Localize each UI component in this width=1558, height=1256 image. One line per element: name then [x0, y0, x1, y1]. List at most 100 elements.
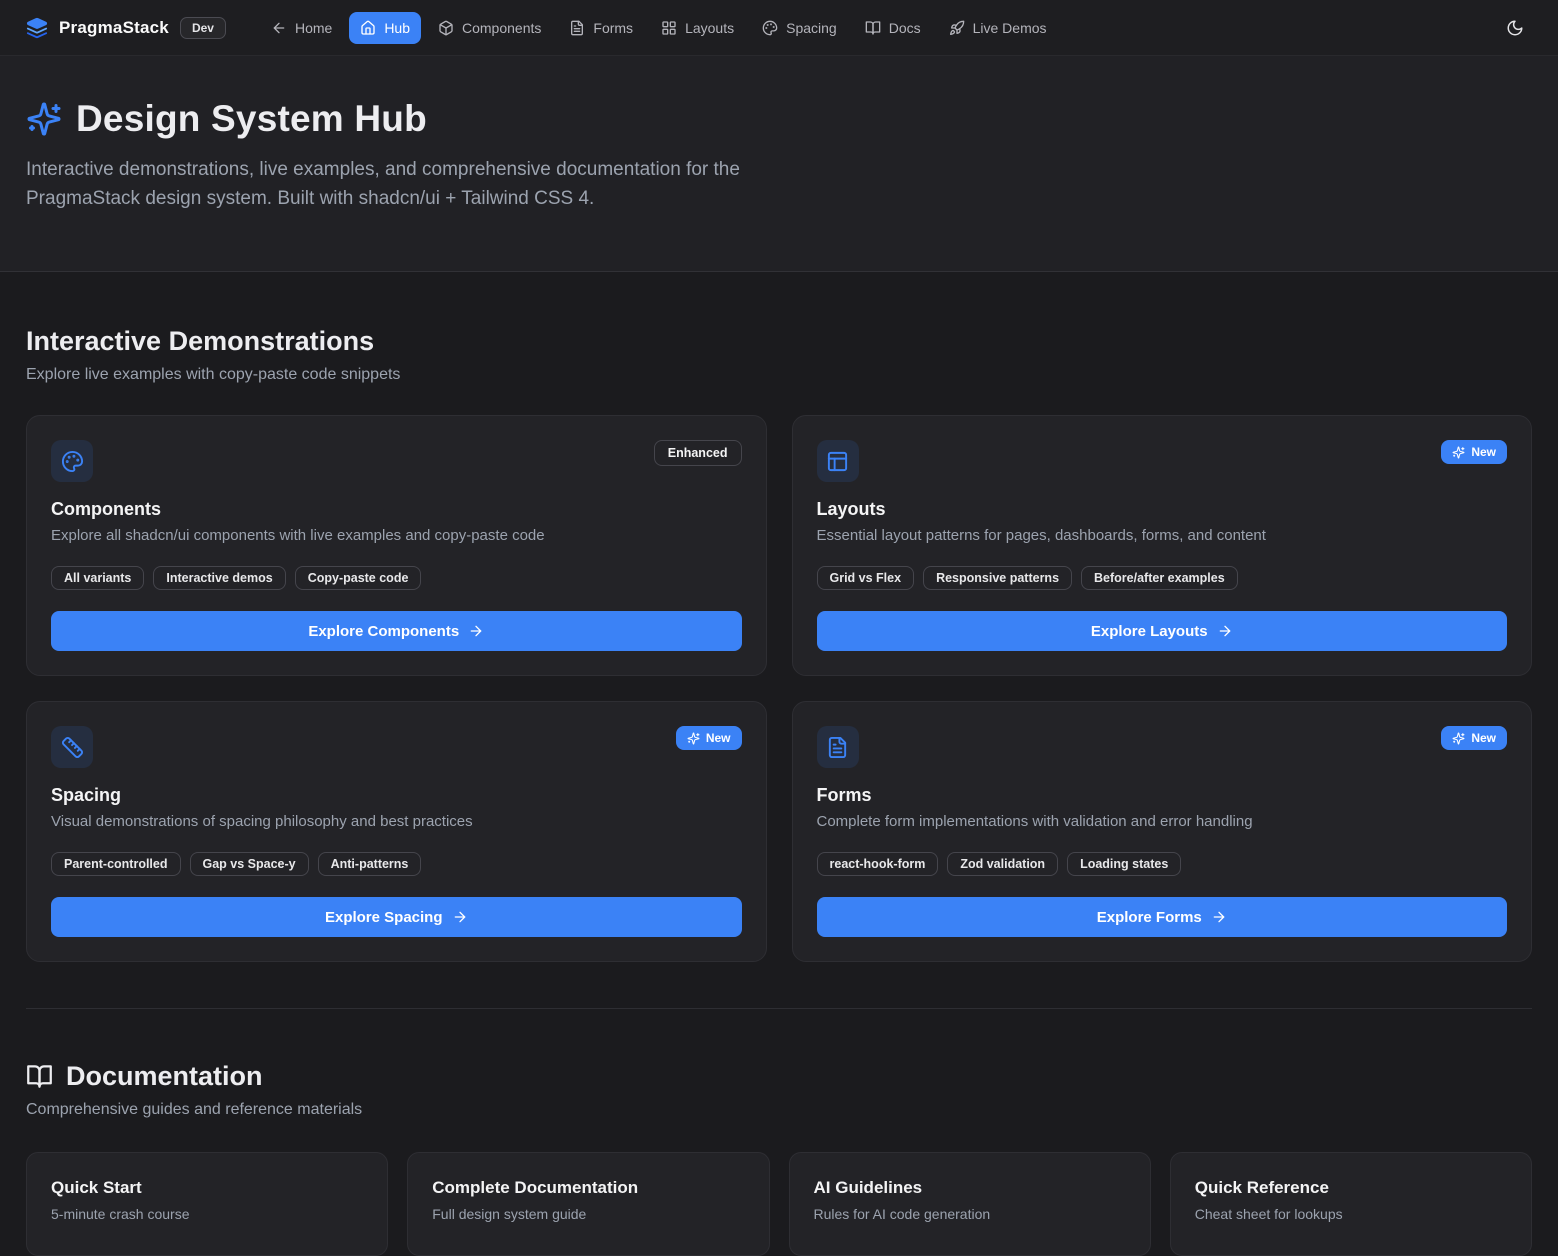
sparkles-icon: [1452, 446, 1465, 459]
tag-row: Parent-controlled Gap vs Space-y Anti-pa…: [51, 852, 742, 876]
tag: Grid vs Flex: [817, 566, 915, 590]
rocket-icon: [949, 20, 965, 36]
sparkles-icon: [26, 101, 62, 137]
hero-section: Design System Hub Interactive demonstrat…: [0, 56, 1558, 272]
doc-card-ai-guidelines[interactable]: AI Guidelines Rules for AI code generati…: [789, 1152, 1151, 1256]
tag: react-hook-form: [817, 852, 939, 876]
doc-description: Cheat sheet for lookups: [1195, 1206, 1507, 1222]
nav-item-live-demos[interactable]: Live Demos: [938, 12, 1058, 44]
demos-heading: Interactive Demonstrations: [26, 326, 1532, 357]
demo-card-components[interactable]: Enhanced Components Explore all shadcn/u…: [26, 415, 767, 676]
dev-badge: Dev: [180, 17, 226, 39]
tag: Interactive demos: [153, 566, 285, 590]
explore-components-button[interactable]: Explore Components: [51, 611, 742, 651]
arrow-right-icon: [1217, 623, 1233, 639]
nav-item-layouts[interactable]: Layouts: [650, 12, 745, 44]
tag: Gap vs Space-y: [190, 852, 309, 876]
docs-subheading: Comprehensive guides and reference mater…: [26, 1101, 1532, 1119]
card-description: Explore all shadcn/ui components with li…: [51, 527, 742, 544]
arrow-left-icon: [271, 20, 287, 36]
layers-icon: [26, 17, 48, 39]
tag: Parent-controlled: [51, 852, 181, 876]
theme-toggle-button[interactable]: [1498, 11, 1532, 45]
tag: Zod validation: [947, 852, 1058, 876]
doc-title: Quick Reference: [1195, 1178, 1507, 1198]
card-title: Spacing: [51, 785, 742, 806]
card-title: Components: [51, 499, 742, 520]
demo-card-layouts[interactable]: New Layouts Essential layout patterns fo…: [792, 415, 1533, 676]
main-nav: Home Hub Components Forms Layouts Spacin…: [260, 12, 1058, 44]
nav-item-forms[interactable]: Forms: [558, 12, 644, 44]
page-title: Design System Hub: [76, 98, 427, 140]
nav-label: Live Demos: [973, 20, 1047, 36]
docs-card-grid: Quick Start 5-minute crash course Comple…: [26, 1152, 1532, 1256]
card-title: Forms: [817, 785, 1508, 806]
file-text-icon: [817, 726, 859, 768]
doc-card-complete-documentation[interactable]: Complete Documentation Full design syste…: [407, 1152, 769, 1256]
demo-card-spacing[interactable]: New Spacing Visual demonstrations of spa…: [26, 701, 767, 962]
arrow-right-icon: [468, 623, 484, 639]
card-title: Layouts: [817, 499, 1508, 520]
brand-name: PragmaStack: [59, 18, 169, 38]
nav-item-hub[interactable]: Hub: [349, 12, 421, 44]
explore-forms-button[interactable]: Explore Forms: [817, 897, 1508, 937]
nav-label: Forms: [593, 20, 633, 36]
nav-item-spacing[interactable]: Spacing: [751, 12, 848, 44]
palette-icon: [51, 440, 93, 482]
arrow-right-icon: [1211, 909, 1227, 925]
tag-row: react-hook-form Zod validation Loading s…: [817, 852, 1508, 876]
brand[interactable]: PragmaStack Dev: [26, 17, 226, 39]
doc-description: 5-minute crash course: [51, 1206, 363, 1222]
nav-label: Layouts: [685, 20, 734, 36]
tag: Anti-patterns: [318, 852, 422, 876]
doc-card-quick-reference[interactable]: Quick Reference Cheat sheet for lookups: [1170, 1152, 1532, 1256]
explore-spacing-button[interactable]: Explore Spacing: [51, 897, 742, 937]
ruler-icon: [51, 726, 93, 768]
box-icon: [438, 20, 454, 36]
nav-label: Docs: [889, 20, 921, 36]
nav-item-home[interactable]: Home: [260, 12, 343, 44]
badge-label: New: [706, 731, 731, 745]
home-icon: [360, 20, 376, 36]
tag: Copy-paste code: [295, 566, 422, 590]
sparkles-icon: [687, 732, 700, 745]
panels-top-left-icon: [817, 440, 859, 482]
demos-subheading: Explore live examples with copy-paste co…: [26, 366, 1532, 384]
tag: All variants: [51, 566, 144, 590]
tag: Before/after examples: [1081, 566, 1238, 590]
new-badge: New: [676, 726, 742, 750]
docs-heading: Documentation: [66, 1061, 263, 1092]
nav-item-docs[interactable]: Docs: [854, 12, 932, 44]
explore-layouts-button[interactable]: Explore Layouts: [817, 611, 1508, 651]
tag: Loading states: [1067, 852, 1181, 876]
new-badge: New: [1441, 726, 1507, 750]
demo-card-forms[interactable]: New Forms Complete form implementations …: [792, 701, 1533, 962]
badge-label: New: [1471, 445, 1496, 459]
button-label: Explore Components: [308, 623, 459, 640]
button-label: Explore Forms: [1097, 909, 1202, 926]
nav-item-components[interactable]: Components: [427, 12, 552, 44]
doc-description: Full design system guide: [432, 1206, 744, 1222]
nav-label: Spacing: [786, 20, 837, 36]
doc-title: Quick Start: [51, 1178, 363, 1198]
layout-grid-icon: [661, 20, 677, 36]
demo-card-grid: Enhanced Components Explore all shadcn/u…: [26, 415, 1532, 962]
tag: Responsive patterns: [923, 566, 1072, 590]
tag-row: Grid vs Flex Responsive patterns Before/…: [817, 566, 1508, 590]
enhanced-badge: Enhanced: [654, 440, 742, 466]
card-description: Visual demonstrations of spacing philoso…: [51, 813, 742, 830]
doc-card-quick-start[interactable]: Quick Start 5-minute crash course: [26, 1152, 388, 1256]
docs-section: Documentation Comprehensive guides and r…: [26, 1009, 1532, 1256]
button-label: Explore Layouts: [1091, 623, 1208, 640]
arrow-right-icon: [452, 909, 468, 925]
page-description: Interactive demonstrations, live example…: [26, 156, 771, 213]
top-navbar: PragmaStack Dev Home Hub Components Form…: [0, 0, 1558, 56]
file-text-icon: [569, 20, 585, 36]
moon-icon: [1506, 19, 1524, 37]
card-description: Essential layout patterns for pages, das…: [817, 527, 1508, 544]
badge-label: New: [1471, 731, 1496, 745]
new-badge: New: [1441, 440, 1507, 464]
doc-description: Rules for AI code generation: [814, 1206, 1126, 1222]
nav-label: Components: [462, 20, 541, 36]
nav-label: Hub: [384, 20, 410, 36]
